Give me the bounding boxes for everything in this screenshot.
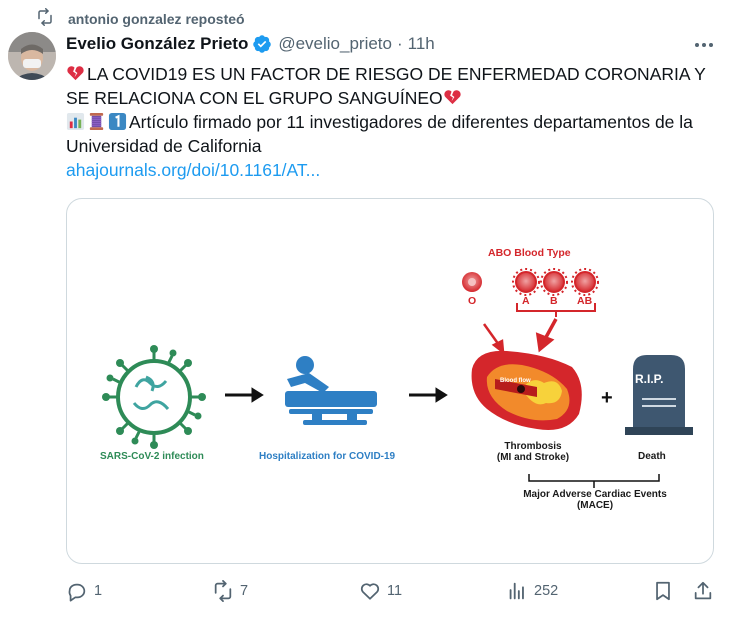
article-link[interactable]: ahajournals.org/doi/10.1161/AT... xyxy=(66,158,716,182)
thrombosis-line-1: Thrombosis xyxy=(504,441,562,452)
tombstone-icon xyxy=(625,355,693,435)
media-image[interactable]: + SARS-CoV-2 infection Hospitalization f… xyxy=(66,198,714,564)
red-arrow-icon xyxy=(535,318,558,353)
blood-cell-a-icon xyxy=(512,268,540,296)
abo-title: ABO Blood Type xyxy=(488,247,571,259)
bookmark-button[interactable] xyxy=(652,580,674,602)
heart-icon xyxy=(360,583,380,600)
tweet-line-1: LA COVID19 ES UN FACTOR DE RIESGO DE ENF… xyxy=(66,64,706,108)
tweet-paragraph-1: LA COVID19 ES UN FACTOR DE RIESGO DE ENF… xyxy=(66,62,716,110)
blood-flow-label: Blood flow xyxy=(500,378,531,384)
red-arrow-icon xyxy=(482,323,505,355)
share-icon xyxy=(694,581,712,600)
death-label: Death xyxy=(638,451,666,462)
blood-cell-o-icon xyxy=(462,272,482,292)
keycap-one-icon xyxy=(108,112,127,131)
bracket-mace xyxy=(528,474,660,488)
broken-heart-icon xyxy=(67,66,84,81)
blood-type-o: O xyxy=(468,295,477,307)
arrow-right-icon xyxy=(409,387,448,403)
tweet-line-2: Artículo firmado por 11 investigadores d… xyxy=(66,112,693,156)
thrombosis-label: Thrombosis (MI and Stroke) xyxy=(483,441,583,463)
sars-label: SARS-CoV-2 infection xyxy=(100,451,204,462)
bookmark-icon xyxy=(656,581,670,601)
separator: · xyxy=(396,34,403,53)
mace-line-1: Major Adverse Cardiac Events xyxy=(523,489,667,500)
arrow-right-icon xyxy=(225,387,264,403)
hospital-bed-icon xyxy=(285,356,377,425)
tombstone-text: R.I.P. xyxy=(635,372,664,386)
views-icon xyxy=(509,582,524,600)
blood-type-ab: AB xyxy=(577,295,593,307)
blood-cell-ab-icon xyxy=(571,268,599,296)
repost-context[interactable]: antonio gonzalez reposteó xyxy=(36,8,245,29)
verified-badge-icon xyxy=(253,35,272,53)
avatar[interactable] xyxy=(8,32,56,80)
reply-count: 1 xyxy=(94,583,103,599)
thrombosis-line-2: (MI and Stroke) xyxy=(496,452,570,463)
more-dot-icon xyxy=(709,43,713,47)
more-options-button[interactable] xyxy=(692,34,716,56)
reply-icon xyxy=(68,583,86,602)
more-dot-icon xyxy=(702,43,706,47)
more-dot-icon xyxy=(695,43,699,47)
action-bar: 1 7 11 252 xyxy=(66,580,714,606)
repost-icon xyxy=(36,8,54,29)
blood-type-a: A xyxy=(522,295,530,307)
mace-label: Major Adverse Cardiac Events (MACE) xyxy=(513,489,677,511)
author-handle[interactable]: @evelio_prieto xyxy=(278,34,392,54)
like-button[interactable]: 11 xyxy=(359,580,402,602)
repost-context-text: antonio gonzalez reposteó xyxy=(68,10,245,27)
repost-count: 7 xyxy=(240,583,249,599)
author-name[interactable]: Evelio González Prieto xyxy=(66,34,248,54)
share-button[interactable] xyxy=(692,580,714,602)
bar-chart-icon xyxy=(66,112,85,131)
tweet-paragraph-2: Artículo firmado por 11 investigadores d… xyxy=(66,110,716,158)
broken-heart-icon xyxy=(444,90,461,105)
tweet-text: LA COVID19 ES UN FACTOR DE RIESGO DE ENF… xyxy=(66,62,716,182)
blood-cell-b-icon xyxy=(540,268,568,296)
virus-icon xyxy=(102,345,206,449)
artery-icon xyxy=(471,350,582,430)
thread-spool-icon xyxy=(89,112,104,131)
hospitalization-label: Hospitalization for COVID-19 xyxy=(259,451,396,462)
plus-sign: + xyxy=(601,387,613,409)
like-count: 11 xyxy=(387,583,403,599)
tweet-header: Evelio González Prieto @evelio_prieto · … xyxy=(66,34,714,54)
repost-button[interactable]: 7 xyxy=(212,580,248,602)
repost-icon xyxy=(214,580,232,602)
views-count: 252 xyxy=(534,583,559,599)
views-button[interactable]: 252 xyxy=(506,580,558,602)
reply-button[interactable]: 1 xyxy=(66,580,102,602)
blood-type-b: B xyxy=(550,295,558,307)
timestamp[interactable]: 11h xyxy=(408,34,435,54)
mace-line-2: (MACE) xyxy=(576,500,614,511)
